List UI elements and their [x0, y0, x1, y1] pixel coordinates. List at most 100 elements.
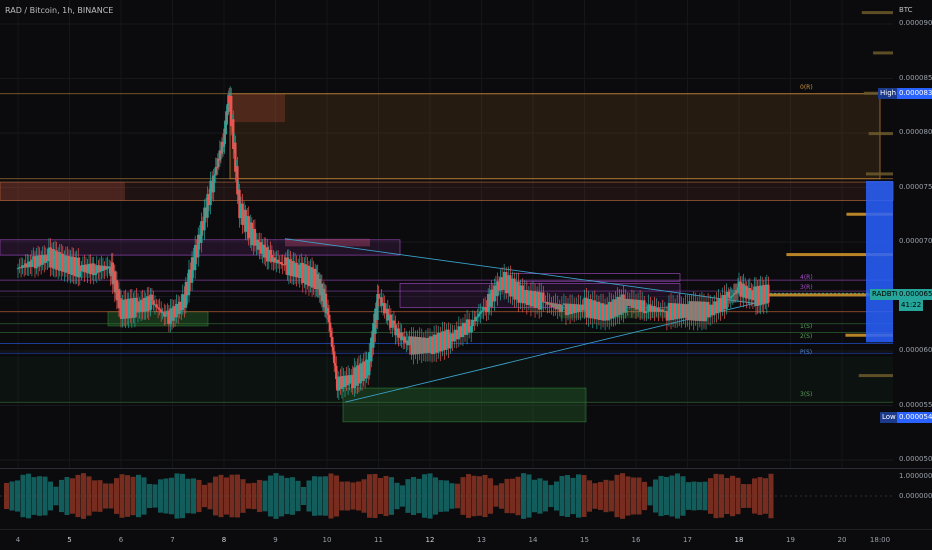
candle-body — [428, 336, 432, 353]
supply-zone-top — [229, 93, 881, 180]
supply-zone-left — [0, 181, 894, 201]
candle-body — [684, 304, 687, 318]
candle-body — [552, 303, 555, 308]
candle-body — [686, 304, 689, 321]
candle-body — [461, 322, 465, 338]
candle-body — [651, 306, 654, 312]
candle-body — [566, 303, 570, 316]
time-tick-label: 19 — [786, 536, 795, 544]
candle-body — [535, 291, 539, 309]
candle-body — [678, 303, 681, 319]
price-tick-label: 0.0000700 — [899, 237, 932, 245]
candle-body — [630, 299, 634, 308]
candle-body — [622, 294, 625, 313]
candle-body — [457, 326, 461, 340]
candle-body — [155, 304, 158, 308]
candle-body — [591, 300, 594, 319]
candle-body — [702, 301, 706, 322]
candle-body — [682, 303, 685, 318]
candle-body — [525, 289, 529, 305]
time-axis-line — [0, 529, 932, 530]
candle-body — [507, 275, 510, 294]
candle-body — [634, 299, 638, 310]
candle-body — [663, 311, 667, 313]
candle-body — [640, 300, 644, 312]
candle-body — [441, 331, 444, 352]
candle-body — [521, 285, 524, 304]
volume-profile-bar — [858, 374, 893, 378]
volume-profile-bar — [868, 132, 893, 136]
price-chart[interactable] — [0, 0, 932, 550]
last-price-tag: 0.0000653 — [897, 289, 932, 300]
candle-body — [269, 249, 272, 256]
candle-body — [599, 303, 603, 320]
candle-body — [665, 311, 669, 321]
candle-body — [711, 304, 714, 316]
candle-body — [515, 281, 518, 300]
candle-body — [412, 336, 415, 355]
low-value: 0.0000540 — [897, 412, 932, 423]
candle-body — [94, 273, 97, 276]
candle-body — [700, 301, 704, 322]
candle-body — [568, 303, 572, 315]
candle-body — [704, 301, 708, 322]
candle-body — [649, 304, 652, 312]
candle-body — [708, 304, 712, 318]
candle-body — [542, 292, 545, 303]
candle-body — [612, 299, 615, 319]
candle-body — [480, 310, 484, 312]
candle-body — [723, 295, 726, 310]
time-tick-label: 11 — [374, 536, 383, 544]
candle-body — [418, 337, 421, 354]
candle-body — [585, 297, 588, 318]
candle-body — [589, 299, 592, 319]
time-tick-label: 5 — [67, 536, 72, 544]
candle-body — [424, 337, 428, 354]
time-tick-label: 18:00 — [869, 536, 891, 544]
candle-body — [767, 284, 770, 303]
candle-body — [470, 325, 473, 333]
candle-body — [437, 332, 440, 353]
candle-body — [725, 291, 728, 310]
candle-body — [719, 298, 722, 312]
time-tick-label: 4 — [15, 536, 21, 544]
candle-body — [564, 303, 568, 316]
purple-zone-2 — [285, 238, 370, 247]
candle-body — [694, 301, 697, 321]
candle-body — [575, 304, 578, 313]
candle-body — [698, 301, 702, 322]
price-tick-label: 0.0000500 — [899, 455, 932, 463]
candle-body — [601, 303, 605, 321]
oscillator-tick-label: 0.0000000 — [899, 492, 932, 500]
time-tick-label: 6 — [118, 536, 124, 544]
demand-zone-low — [342, 387, 587, 423]
candle-body — [430, 336, 434, 355]
chart-title: RAD / Bitcoin, 1h, BINANCE — [5, 6, 114, 15]
candle-body — [573, 303, 576, 313]
candle-body — [540, 292, 543, 310]
candle-body — [636, 299, 640, 310]
candle-body — [706, 301, 710, 318]
candle-body — [159, 309, 163, 313]
candle-body — [477, 313, 481, 317]
candle-body — [513, 278, 516, 300]
candle-body — [653, 306, 656, 312]
candle-body — [713, 301, 716, 316]
candle-body — [467, 319, 471, 333]
candle-body — [451, 333, 454, 342]
candle-body — [620, 294, 623, 315]
candle-body — [645, 311, 648, 314]
price-tick-label: 0.0000900 — [899, 19, 932, 27]
candle-body — [523, 289, 526, 304]
volume-profile-bar — [873, 51, 893, 55]
level-pp: P(S) — [800, 349, 813, 356]
time-tick-label: 12 — [425, 536, 435, 544]
time-tick-label: 18 — [734, 536, 744, 544]
candle-body — [16, 268, 20, 270]
pane-separator — [0, 468, 932, 469]
candle-body — [696, 301, 699, 321]
price-tick-label: 0.0000550 — [899, 400, 932, 409]
candle-body — [595, 301, 599, 320]
candle-body — [643, 300, 646, 314]
time-tick-label: 9 — [273, 536, 278, 544]
